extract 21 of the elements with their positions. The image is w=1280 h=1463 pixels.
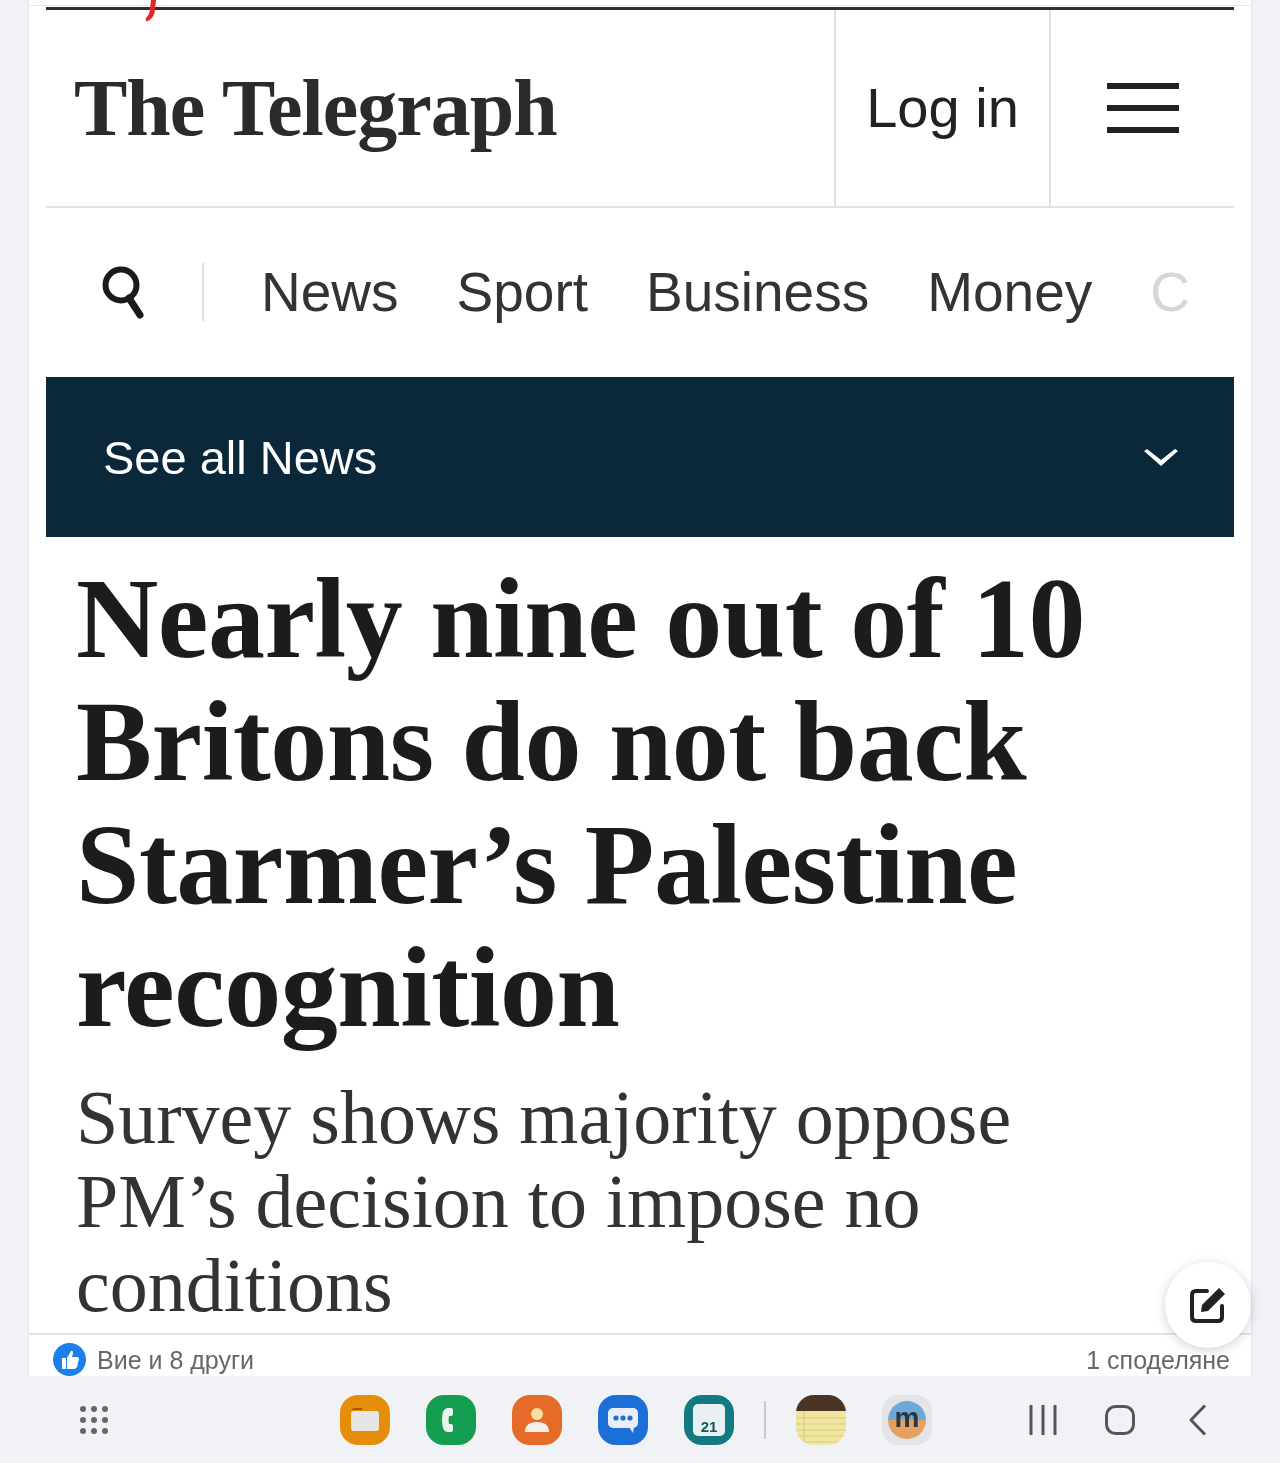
home-icon[interactable] <box>1105 1404 1135 1435</box>
recent-apps-icon[interactable] <box>1029 1404 1057 1435</box>
share-count[interactable]: 1 споделяне <box>1086 1345 1230 1374</box>
subheadline: Survey shows majority oppose PM’s decision to impose no conditions <box>76 1075 1013 1327</box>
menu-icon[interactable] <box>1106 82 1179 133</box>
notepad-icon[interactable] <box>796 1394 846 1445</box>
curl-drawing <box>145 0 157 22</box>
person-icon[interactable] <box>512 1394 562 1445</box>
edit-icon <box>1190 1287 1226 1323</box>
chat-bubble-icon[interactable] <box>598 1394 648 1445</box>
nav-link[interactable]: Business <box>646 264 870 320</box>
back-icon[interactable] <box>1189 1403 1207 1436</box>
section-dropdown[interactable]: See all News <box>46 377 1234 537</box>
calendar-app-button[interactable]: 21 <box>684 1394 734 1445</box>
reaction-count[interactable]: Вие и 8 други <box>97 1345 255 1374</box>
nav-link[interactable]: News <box>261 264 399 320</box>
login-button[interactable]: Log in <box>834 10 1049 206</box>
headline: Nearly nine out of 10 Britons do not back Starmer’s Palestine recognition <box>76 557 1087 1049</box>
phone-icon[interactable] <box>426 1394 476 1445</box>
app-drawer-icon[interactable] <box>80 1405 108 1434</box>
search-icon[interactable] <box>101 265 145 320</box>
